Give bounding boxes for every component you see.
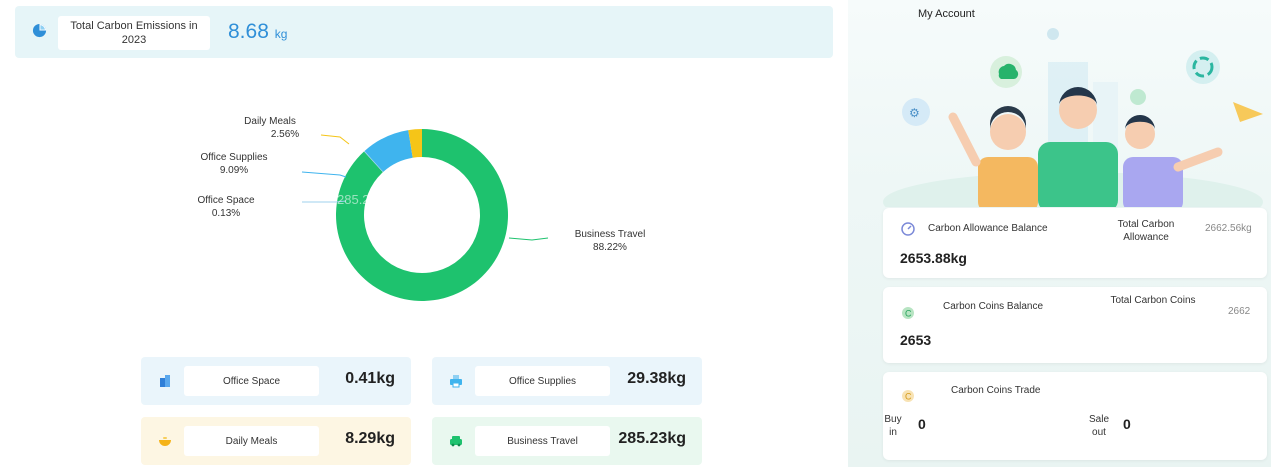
label-business-travel: Business Travel 88.22%	[560, 228, 660, 254]
coins-trade-card: C Carbon Coins Trade Buy in 0 Sale out 0	[883, 372, 1267, 460]
buy-in-value: 0	[918, 416, 926, 432]
total-emissions-value: 8.68 kg	[228, 20, 287, 44]
sale-out-label[interactable]: Sale out	[1088, 413, 1110, 439]
building-icon	[160, 375, 170, 387]
card-business-travel-value: 285.23kg	[618, 430, 686, 447]
label-office-supplies-name: Office Supplies	[200, 152, 268, 163]
svg-text:C: C	[905, 392, 912, 402]
label-business-travel-name: Business Travel	[574, 229, 646, 240]
trade-label: Carbon Coins Trade	[951, 385, 1041, 396]
svg-text:C: C	[905, 309, 912, 319]
card-daily-meals[interactable]: Daily Meals 8.29kg	[141, 417, 411, 465]
label-office-supplies-pct: 9.09%	[219, 165, 249, 176]
label-office-space: Office Space 0.13%	[184, 194, 268, 220]
coins-card: C Carbon Coins Balance Total Carbon Coin…	[883, 287, 1267, 363]
card-daily-meals-value: 8.29kg	[345, 430, 395, 447]
label-office-supplies: Office Supplies 9.09%	[188, 151, 280, 177]
card-business-travel[interactable]: Business Travel 285.23kg	[432, 417, 702, 465]
allowance-balance-value: 2653.88kg	[900, 250, 967, 266]
card-business-travel-label: Business Travel	[475, 426, 610, 456]
allowance-gauge-icon	[901, 222, 915, 236]
account-title: My Account	[918, 8, 975, 20]
coins-label: Carbon Coins Balance	[943, 301, 1044, 312]
label-daily-meals-name: Daily Meals	[244, 116, 296, 127]
car-icon	[450, 436, 462, 447]
sale-out-value: 0	[1123, 416, 1131, 432]
buy-in-label[interactable]: Buy in	[882, 413, 904, 439]
coin-icon: C	[902, 307, 914, 319]
donut-center-text: 285.23 (88.22%)	[337, 192, 433, 207]
emissions-panel: Total Carbon Emissions in 2023 8.68 kg 2…	[0, 0, 846, 467]
label-office-space-name: Office Space	[197, 195, 255, 206]
card-office-space-label: Office Space	[184, 366, 319, 396]
donut-svg: 285.23 (88.22%)	[301, 129, 549, 301]
card-office-supplies[interactable]: Office Supplies 29.38kg	[432, 357, 702, 405]
printer-icon	[450, 375, 462, 388]
account-panel: My Account ⚙ Carbon Allowance Balance To…	[848, 0, 1271, 467]
coin-trade-icon: C	[902, 390, 914, 402]
label-office-space-pct: 0.13%	[211, 208, 241, 219]
emissions-donut-chart: 285.23 (88.22%) Daily Meals 2.56% Office…	[0, 60, 846, 330]
card-office-supplies-value: 29.38kg	[627, 370, 686, 387]
bowl-icon	[159, 437, 171, 446]
card-office-space[interactable]: Office Space 0.41kg	[141, 357, 411, 405]
allowance-total-label: Total Carbon Allowance	[1117, 219, 1175, 243]
pie-chart-icon	[32, 23, 47, 38]
label-daily-meals: Daily Meals 2.56%	[225, 115, 315, 141]
label-daily-meals-pct: 2.56%	[270, 129, 300, 140]
emissions-title: Total Carbon Emissions in 2023	[58, 16, 210, 50]
total-value-unit: kg	[274, 27, 288, 41]
coins-total-label: Total Carbon Coins	[1110, 295, 1196, 306]
card-office-space-value: 0.41kg	[345, 370, 395, 387]
allowance-label: Carbon Allowance Balance	[928, 223, 1048, 234]
svg-text:⚙: ⚙	[909, 106, 920, 120]
coins-total-value: 2662	[1228, 306, 1251, 317]
people-illustration: ⚙	[883, 28, 1263, 207]
card-office-supplies-label: Office Supplies	[475, 366, 610, 396]
card-daily-meals-label: Daily Meals	[184, 426, 319, 456]
allowance-total-value: 2662.56kg	[1205, 223, 1252, 234]
coins-balance-value: 2653	[900, 332, 932, 348]
total-value-number: 8.68	[228, 20, 269, 43]
emissions-header: Total Carbon Emissions in 2023 8.68 kg	[15, 6, 833, 58]
allowance-card: Carbon Allowance Balance Total Carbon Al…	[883, 208, 1267, 278]
label-business-travel-pct: 88.22%	[593, 242, 627, 253]
